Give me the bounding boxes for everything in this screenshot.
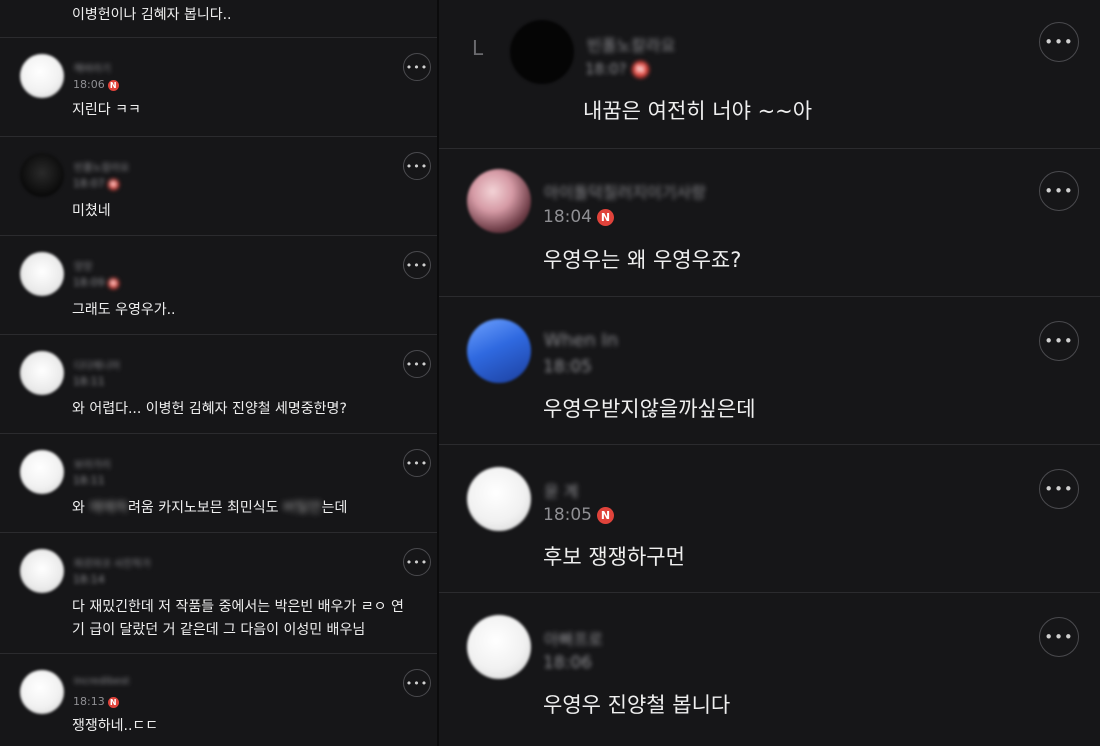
more-options-icon[interactable]: ••• <box>403 669 431 697</box>
more-options-icon[interactable]: ••• <box>403 152 431 180</box>
comment-item: 보라가리 18:11 와 애매하려움 카지노보믄 최민식도 버틸만는데 ••• <box>0 434 437 532</box>
comment-item: 디다제니어 18:11 와 어렵다... 이병헌 김혜자 진양철 세명중한명? … <box>0 335 437 433</box>
comment-text: 와 애매하려움 카지노보믄 최민식도 버틸만는데 <box>72 500 348 516</box>
comment-item: 해바라기 18:06 N 지린다 ㅋㅋ ••• <box>0 38 437 136</box>
comment-text: 이병헌이나 김혜자 봅니다.. <box>72 7 232 23</box>
more-options-icon[interactable]: ••• <box>403 449 431 477</box>
comment-item: 아빠프로 18:06 우영우 진양철 봅니다 ••• <box>439 593 1100 746</box>
comment-text: 와 어렵다... 이병헌 김혜자 진양철 세명중한명? <box>72 401 347 417</box>
comment-item: Incredibest 18:13 N 쟁쟁하네..ㄷㄷ ••• <box>0 654 437 746</box>
comment-item: L 빈폴노칼라요 18:0? N 내꿈은 여전히 너야 ~~아 ••• <box>439 0 1100 148</box>
comment-author[interactable]: 빈폴노칼라요 <box>74 159 129 174</box>
comment-item: 앙앙 18:09 N 그래도 우영우가.. ••• <box>0 236 437 334</box>
new-badge-icon: N <box>597 506 614 524</box>
new-badge-icon: N <box>107 277 119 289</box>
comment-text: 지린다 ㅋㅋ <box>72 102 141 118</box>
avatar[interactable] <box>467 169 531 233</box>
more-options-icon[interactable]: ••• <box>403 251 431 279</box>
avatar[interactable] <box>20 54 64 98</box>
more-options-icon[interactable]: ••• <box>1039 469 1079 509</box>
comment-text: 후보 쟁쟁하구먼 <box>543 545 685 569</box>
comment-text-line: 기 급이 달랐던 거 같은데 그 다음이 이성민 배우님 <box>72 622 366 638</box>
more-options-icon[interactable]: ••• <box>403 53 431 81</box>
comment-item: When In 18:05 우영우받지않을까싶은데 ••• <box>439 297 1100 445</box>
right-comment-panel: L 빈폴노칼라요 18:0? N 내꿈은 여전히 너야 ~~아 ••• 아이돌덕질… <box>439 0 1100 746</box>
comment-text: 우영우 진양철 봅니다 <box>543 693 731 717</box>
new-badge-icon: N <box>107 178 119 190</box>
new-badge-icon: N <box>107 696 119 708</box>
avatar[interactable] <box>20 450 64 494</box>
left-comment-panel: 이병헌이나 김혜자 봅니다.. 해바라기 18:06 N 지린다 ㅋㅋ ••• 빈… <box>0 0 437 746</box>
comment-text: 우영우받지않을까싶은데 <box>543 397 756 421</box>
comment-time: 18:09 N <box>73 276 119 289</box>
comment-author[interactable]: 해바라기 <box>74 60 111 75</box>
comment-time: 18:14 <box>73 573 105 586</box>
comment-time: 18:13 N <box>73 695 119 708</box>
comment-author[interactable]: 아빠프로 <box>544 626 603 650</box>
comment-author[interactable]: 파르마코 사진작가 <box>74 555 151 570</box>
comment-author[interactable]: 빈폴노칼라요 <box>587 32 675 56</box>
comment-item: 아이돌덕질러지이기사랑 18:04 N 우영우는 왜 우영우죠? ••• <box>439 149 1100 297</box>
new-badge-icon: N <box>597 208 614 226</box>
more-options-icon[interactable]: ••• <box>1039 171 1079 211</box>
avatar[interactable] <box>20 252 64 296</box>
comment-author[interactable]: When In <box>544 330 618 351</box>
comment-time: 18:11 <box>73 474 105 487</box>
comment-time: 18:05 <box>543 357 592 377</box>
more-options-icon[interactable]: ••• <box>403 350 431 378</box>
comment-text-line: 다 재밌긴한데 저 작품들 중에서는 박은빈 배우가 ㄹㅇ 연 <box>72 599 404 615</box>
comment-item: 윤 계 18:05 N 후보 쟁쟁하구먼 ••• <box>439 445 1100 593</box>
comment-time: 18:0? N <box>585 60 649 78</box>
comment-author[interactable]: 아이돌덕질러지이기사랑 <box>544 179 706 203</box>
avatar[interactable] <box>20 670 64 714</box>
comment-author[interactable]: 디다제니어 <box>74 357 120 372</box>
new-badge-icon: N <box>631 61 649 78</box>
more-options-icon[interactable]: ••• <box>403 548 431 576</box>
avatar[interactable] <box>510 20 574 84</box>
comment-item: 파르마코 사진작가 18:14 다 재밌긴한데 저 작품들 중에서는 박은빈 배… <box>0 533 437 653</box>
comment-author[interactable]: 보라가리 <box>74 456 111 471</box>
comment-time: 18:07 N <box>73 177 119 190</box>
comment-time: 18:11 <box>73 375 105 388</box>
avatar[interactable] <box>20 153 64 197</box>
comment-time: 18:04 N <box>543 207 614 227</box>
comment-text: 쟁쟁하네..ㄷㄷ <box>72 718 159 734</box>
comment-text: 내꿈은 여전히 너야 ~~아 <box>583 99 813 123</box>
more-options-icon[interactable]: ••• <box>1039 617 1079 657</box>
avatar[interactable] <box>467 467 531 531</box>
avatar[interactable] <box>467 615 531 679</box>
more-options-icon[interactable]: ••• <box>1039 22 1079 62</box>
comment-author[interactable]: 앙앙 <box>74 258 92 273</box>
comment-text: 그래도 우영우가.. <box>72 302 176 318</box>
comment-time: 18:06 N <box>73 78 119 91</box>
comment-text: 우영우는 왜 우영우죠? <box>543 248 742 272</box>
comment-item: 빈폴노칼라요 18:07 N 미쳤네 ••• <box>0 137 437 235</box>
avatar[interactable] <box>20 351 64 395</box>
comment-text: 미쳤네 <box>72 203 111 219</box>
reply-arrow-icon: L <box>472 36 484 60</box>
avatar[interactable] <box>467 319 531 383</box>
comment-author[interactable]: 윤 계 <box>544 478 579 502</box>
more-options-icon[interactable]: ••• <box>1039 321 1079 361</box>
comment-time: 18:06 <box>543 653 592 673</box>
new-badge-icon: N <box>107 79 119 91</box>
comment-author[interactable]: Incredibest <box>74 676 130 687</box>
avatar[interactable] <box>20 549 64 593</box>
comment-time: 18:05 N <box>543 505 614 525</box>
